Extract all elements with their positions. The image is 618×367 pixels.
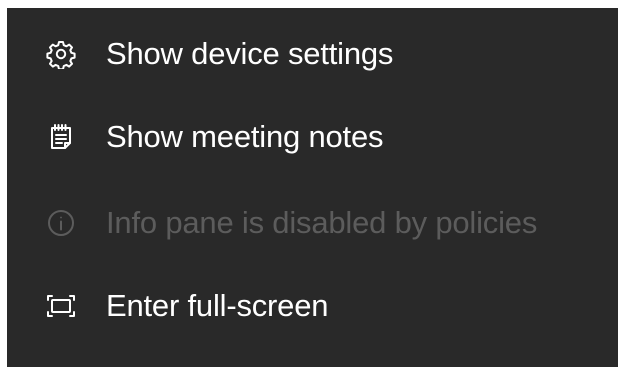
show-device-settings-item[interactable]: Show device settings	[7, 14, 618, 94]
info-pane-disabled-label: Info pane is disabled by policies	[106, 205, 538, 240]
info-pane-disabled-item: Info pane is disabled by policies	[7, 183, 618, 263]
show-device-settings-label: Show device settings	[106, 36, 394, 71]
gear-icon	[46, 39, 76, 69]
overflow-menu: Show device settings Show meeting notes …	[7, 8, 618, 367]
show-meeting-notes-label: Show meeting notes	[106, 119, 384, 154]
enter-full-screen-item[interactable]: Enter full-screen	[7, 266, 618, 346]
fullscreen-icon	[46, 291, 76, 321]
enter-full-screen-label: Enter full-screen	[106, 288, 329, 323]
notes-icon	[46, 122, 76, 152]
info-icon	[46, 208, 76, 238]
show-meeting-notes-item[interactable]: Show meeting notes	[7, 97, 618, 177]
